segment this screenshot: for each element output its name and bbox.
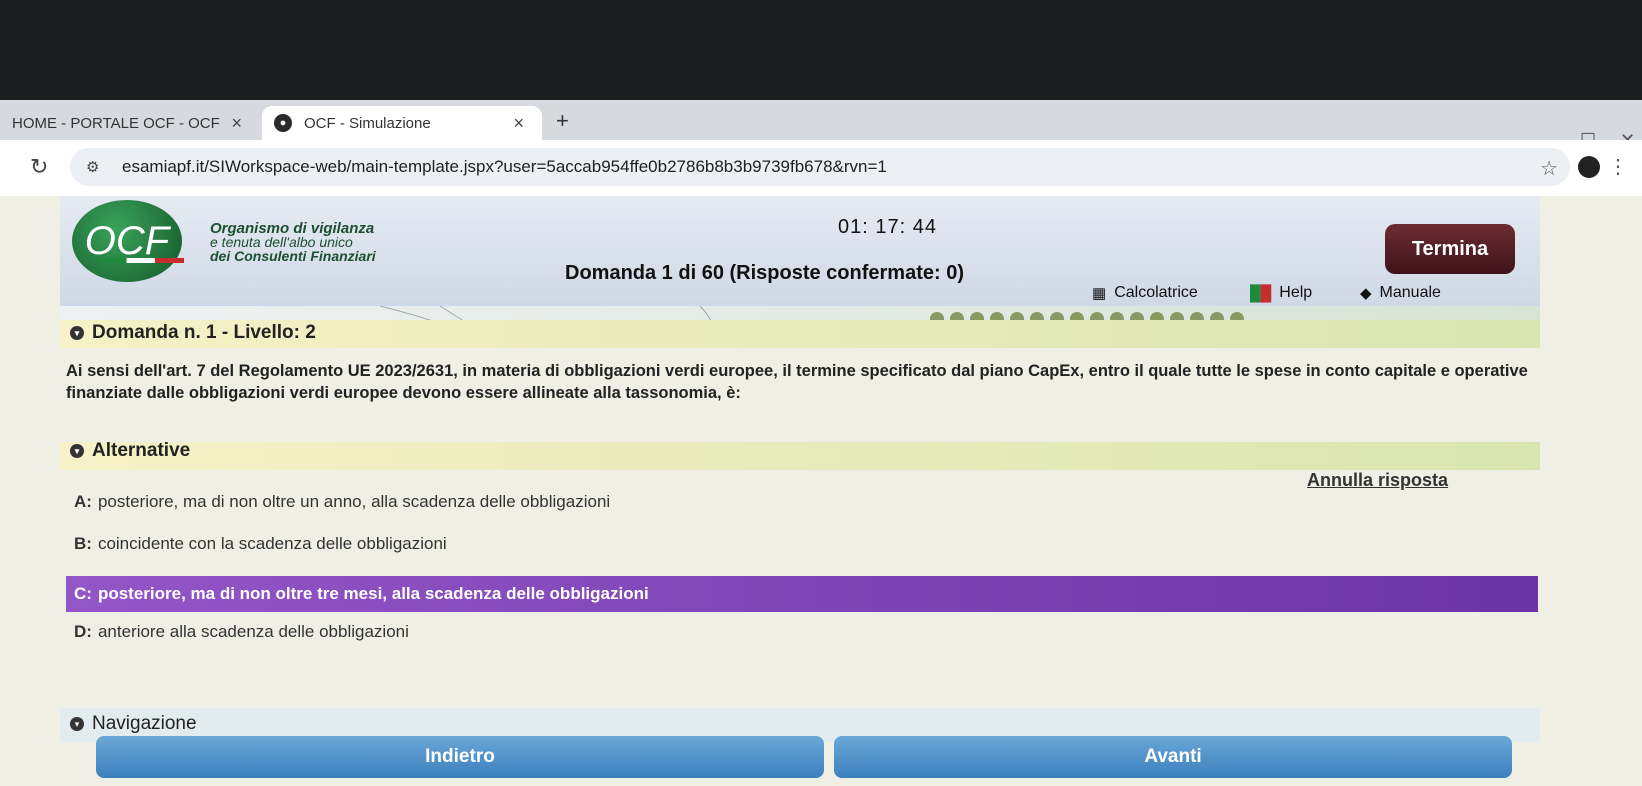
option-text: posteriore, ma di non oltre tre mesi, al… <box>97 584 649 603</box>
question-counter: Domanda 1 di 60 (Risposte confermate: 0) <box>565 262 964 284</box>
url-field[interactable]: ⚙ esamiapf.it/SIWorkspace-web/main-templ… <box>70 148 1570 186</box>
question-title: Domanda n. 1 - Livello: 2 <box>92 322 316 343</box>
question-section-title: ▾ Domanda n. 1 - Livello: 2 <box>70 322 316 344</box>
tab-title: OCF - Simulazione <box>304 114 431 132</box>
option-text: posteriore, ma di non oltre un anno, all… <box>97 492 611 511</box>
option-letter: D: <box>74 622 92 641</box>
answer-option-c-selected[interactable]: C: posteriore, ma di non oltre tre mesi,… <box>66 576 1538 612</box>
alternatives-title: Alternative <box>92 440 191 461</box>
alternatives-section-title: ▾ Alternative <box>70 440 190 462</box>
browser-menu-icon[interactable]: ⋮ <box>1608 154 1628 179</box>
close-icon[interactable]: × <box>231 113 242 134</box>
chevron-down-icon[interactable]: ▾ <box>70 326 84 340</box>
calcolatrice-tool[interactable]: ▦ Calcolatrice <box>1092 284 1198 302</box>
exam-page: OCF Organismo di vigilanza e tenuta dell… <box>0 196 1642 786</box>
site-info-icon[interactable]: ⚙ <box>86 158 108 176</box>
chevron-down-icon[interactable]: ▾ <box>70 717 84 731</box>
option-letter: C: <box>74 584 92 603</box>
browser-tab-bar: HOME - PORTALE OCF - OCF × ● OCF - Simul… <box>0 100 1642 140</box>
answer-option-a[interactable]: A: posteriore, ma di non oltre un anno, … <box>66 484 1538 520</box>
url-text: esamiapf.it/SIWorkspace-web/main-templat… <box>122 157 887 176</box>
tool-label: Calcolatrice <box>1114 284 1198 301</box>
logo-text: OCF <box>84 218 170 263</box>
reload-icon[interactable]: ↻ <box>30 154 48 180</box>
chevron-down-icon[interactable]: ▾ <box>70 444 84 458</box>
address-bar: ↻ ⚙ esamiapf.it/SIWorkspace-web/main-tem… <box>0 140 1642 196</box>
indietro-button[interactable]: Indietro <box>96 736 824 778</box>
tool-label: Manuale <box>1379 284 1441 301</box>
option-letter: A: <box>74 492 92 511</box>
book-icon: ◆ <box>1360 285 1372 302</box>
question-text: Ai sensi dell'art. 7 del Regolamento UE … <box>66 362 1528 402</box>
avanti-button[interactable]: Avanti <box>834 736 1512 778</box>
help-tool[interactable]: ██ Help <box>1250 284 1312 302</box>
manuale-tool[interactable]: ◆ Manuale <box>1360 284 1441 302</box>
globe-icon: ● <box>274 114 292 132</box>
browser-tab-simulazione[interactable]: ● OCF - Simulazione × <box>262 106 542 140</box>
profile-avatar[interactable] <box>1578 156 1600 178</box>
answer-option-d[interactable]: D: anteriore alla scadenza delle obbliga… <box>66 614 1538 650</box>
navigation-title: Navigazione <box>92 713 197 734</box>
option-text: anteriore alla scadenza delle obbligazio… <box>97 622 409 641</box>
ocf-logo: OCF <box>72 200 182 282</box>
option-text: coincidente con la scadenza delle obblig… <box>97 534 447 553</box>
italian-flag-icon: ██ <box>1250 284 1272 302</box>
exam-header: OCF Organismo di vigilanza e tenuta dell… <box>60 196 1540 306</box>
new-tab-button[interactable]: + <box>556 108 569 134</box>
countdown-timer: 01: 17: 44 <box>838 216 937 238</box>
tab-title: HOME - PORTALE OCF - OCF <box>12 114 220 132</box>
navigation-section-title: ▾ Navigazione <box>70 713 197 735</box>
browser-tab-home[interactable]: HOME - PORTALE OCF - OCF × <box>0 106 260 140</box>
tool-label: Help <box>1279 284 1313 301</box>
answer-option-b[interactable]: B: coincidente con la scadenza delle obb… <box>66 526 1538 562</box>
bookmark-star-icon[interactable]: ☆ <box>1540 156 1558 181</box>
calculator-icon: ▦ <box>1092 285 1107 302</box>
logo-flag-stripe <box>98 258 184 263</box>
alternatives-section-bar <box>60 442 1540 470</box>
option-letter: B: <box>74 534 92 553</box>
org-name-line3: dei Consulenti Finanziari <box>210 248 376 264</box>
close-icon[interactable]: × <box>513 113 524 134</box>
termina-button[interactable]: Termina <box>1385 224 1515 274</box>
